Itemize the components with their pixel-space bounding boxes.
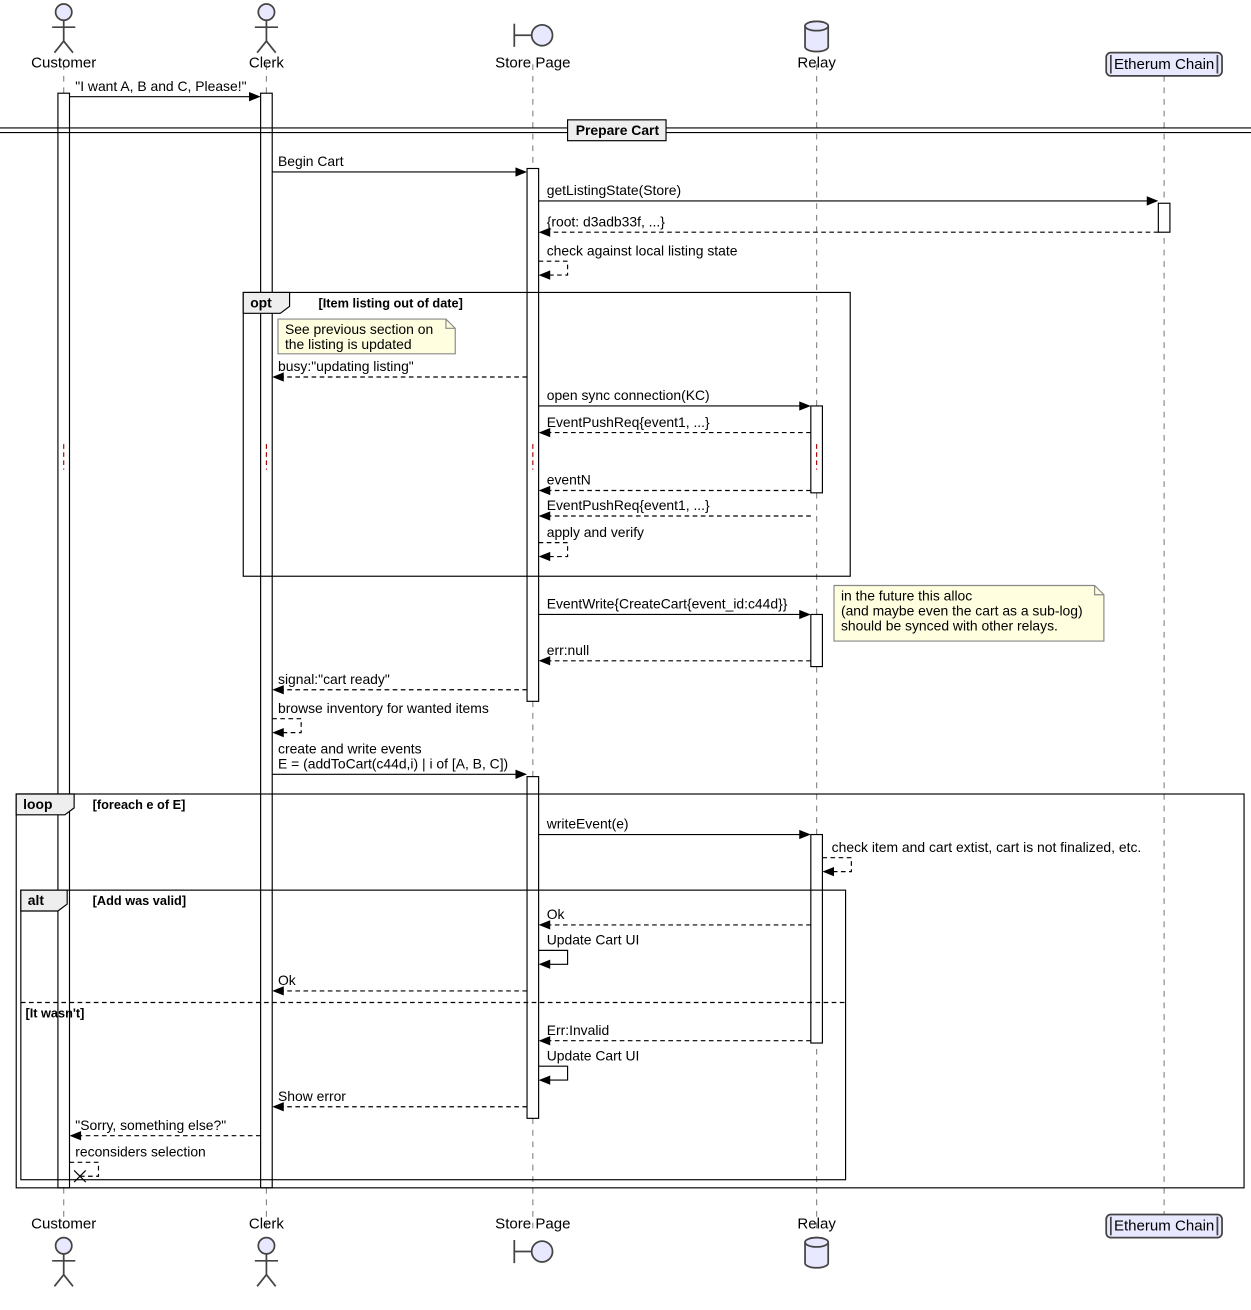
msg-m16a: create and write events [278,740,422,756]
svg-text:Store Page: Store Page [495,1215,570,1232]
msg-m21: Ok [278,972,296,988]
msg-m20: Update Cart UI [547,932,640,948]
activation-relay-3 [811,835,823,1043]
label-storepage: Store Page [495,55,570,72]
note-1b: the listing is updated [285,336,412,352]
msg-m13: err:null [547,642,589,658]
svg-text:Relay: Relay [797,1215,836,1232]
msg-m16b: E = (addToCart(c44d,i) | i of [A, B, C]) [278,756,508,772]
database-relay-bottom: Relay [797,1215,836,1267]
label-clerk: Clerk [249,55,285,72]
msg-m1: "I want A, B and C, Please!" [75,78,246,94]
actor-customer-top: Customer [31,4,96,72]
note-2c: should be synced with other relays. [841,618,1058,634]
sequence-diagram: Customer Clerk Store Page Relay Etherum … [0,0,1251,1310]
msg-m12: EventWrite{CreateCart{event_id:c44d}} [547,596,788,612]
block-loop-guard: [foreach e of E] [93,797,186,812]
msg-m10: EventPushReq{event1, ...} [547,497,710,513]
msg-m22: Err:Invalid [547,1022,610,1038]
msg-m5: check against local listing state [547,242,738,258]
msg-m15: browse inventory for wanted items [278,700,489,716]
chain-bottom: Etherum Chain [1106,1214,1222,1237]
msg-m19: Ok [547,906,565,922]
block-alt-guard1: [Add was valid] [93,893,186,908]
msg-m23: Update Cart UI [547,1047,640,1063]
msg-m26: reconsiders selection [75,1144,205,1160]
msg-m17: writeEvent(e) [546,816,629,832]
msg-m9: eventN [547,472,591,488]
msg-m11: apply and verify [547,524,644,540]
activation-storepage-2 [527,777,539,1119]
msg-m3: getListingState(Store) [547,182,681,198]
block-opt-guard: [Item listing out of date] [319,295,463,310]
actor-clerk-top: Clerk [249,4,285,72]
activation-relay-1 [811,406,823,493]
block-loop-label: loop [23,796,52,812]
actor-customer-bottom: Customer [31,1215,96,1286]
msg-m6: busy:"updating listing" [278,358,414,374]
boundary-storepage-top: Store Page [495,24,570,72]
actor-clerk-bottom: Clerk [249,1215,285,1286]
note-2a: in the future this alloc [841,588,972,604]
activation-clerk [261,93,273,1188]
database-relay-top: Relay [797,21,836,71]
msg-m8: EventPushReq{event1, ...} [547,414,710,430]
label-customer: Customer [31,55,96,72]
divider-label: Prepare Cart [576,122,660,138]
boundary-storepage-bottom: Store Page [495,1215,570,1263]
block-alt-guard2: [It wasn't] [25,1006,84,1021]
svg-text:Clerk: Clerk [249,1215,285,1232]
svg-text:Customer: Customer [31,1215,96,1232]
note-1a: See previous section on [285,321,433,337]
label-relay: Relay [797,55,836,72]
msg-m18: check item and cart extist, cart is not … [832,839,1142,855]
label-chain: Etherum Chain [1114,56,1214,73]
block-opt-label: opt [250,295,272,311]
activation-storepage-1 [527,169,539,702]
activation-customer [58,93,70,1188]
msg-m14: signal:"cart ready" [278,671,390,687]
chain-top: Etherum Chain [1106,53,1222,76]
msg-m7: open sync connection(KC) [547,387,710,403]
block-alt-label: alt [28,892,45,908]
msg-m25: "Sorry, something else?" [75,1117,226,1133]
svg-text:Etherum Chain: Etherum Chain [1114,1218,1214,1235]
note-2b: (and maybe even the cart as a sub-log) [841,603,1083,619]
msg-m24: Show error [278,1088,346,1104]
activation-chain [1158,203,1170,232]
activation-relay-2 [811,614,823,666]
msg-m4: {root: d3adb33f, ...} [547,213,666,229]
msg-m2: Begin Cart [278,153,344,169]
